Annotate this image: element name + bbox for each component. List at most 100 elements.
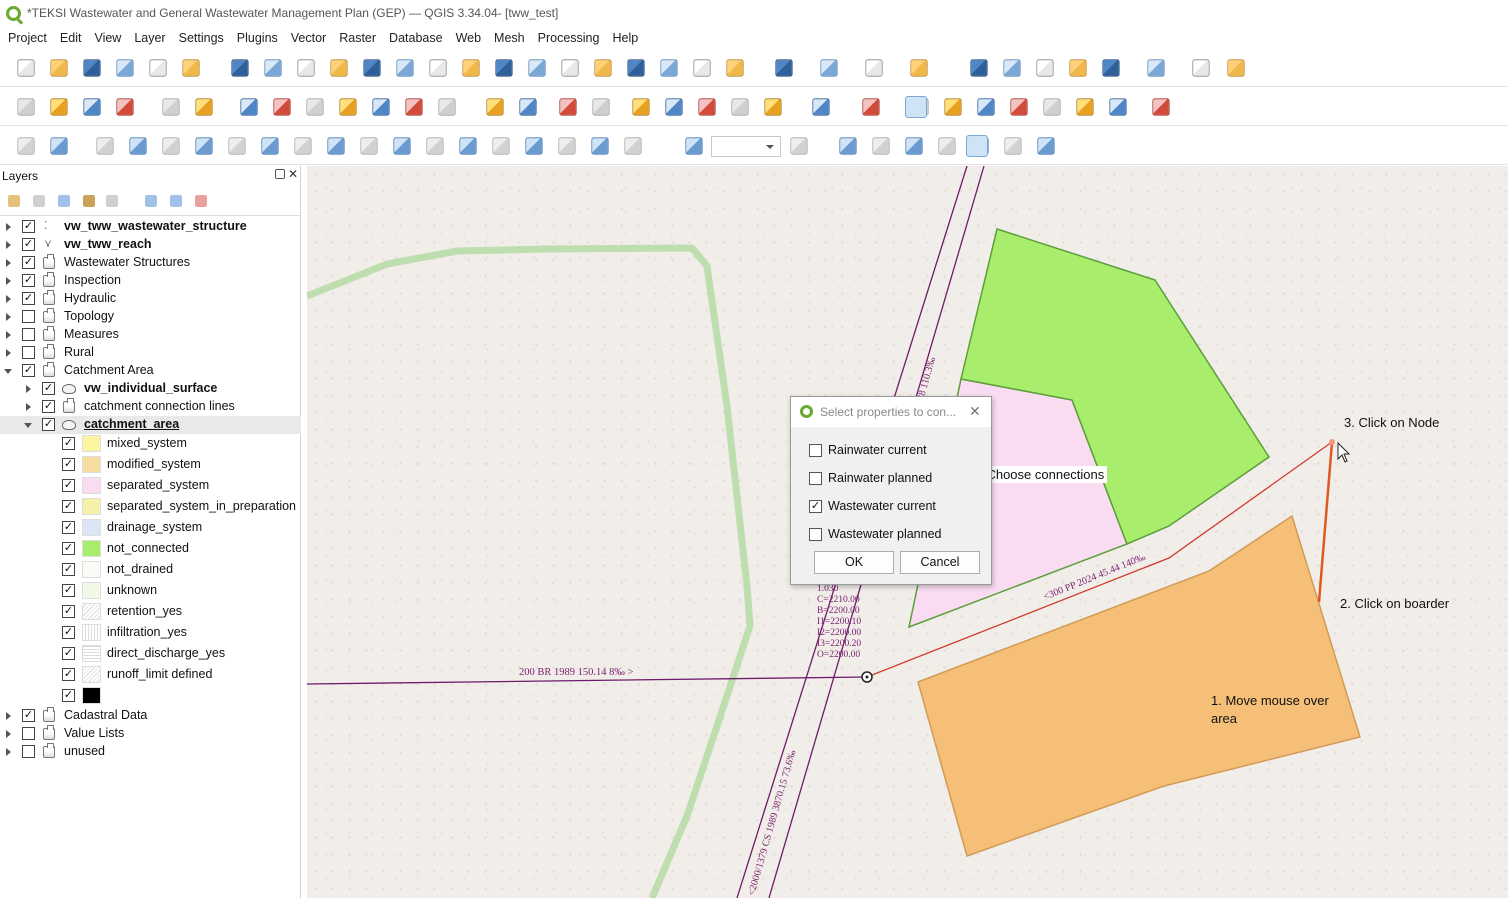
collapse-arrow-icon[interactable]	[24, 423, 32, 428]
option-wastewater-current[interactable]: ✓ Wastewater current	[809, 498, 936, 514]
tb2-tool-icon-16[interactable]	[592, 98, 610, 116]
tb3-tool-icon-18[interactable]	[624, 137, 642, 155]
option-rainwater-planned[interactable]: Rainwater planned	[809, 470, 932, 486]
expand-arrow-icon[interactable]	[26, 385, 31, 393]
tb3-tool-icon-26[interactable]	[1004, 137, 1022, 155]
panel-float-button[interactable]	[275, 169, 285, 179]
tb1-tool-icon-31[interactable]	[1147, 59, 1165, 77]
tb3-tool-icon-12[interactable]	[426, 137, 444, 155]
tb2-tool-icon-25[interactable]	[944, 98, 962, 116]
tb3-tool-icon-8[interactable]	[294, 137, 312, 155]
layer-visibility-checkbox[interactable]: ✓	[22, 292, 35, 305]
option-checkbox[interactable]	[809, 527, 822, 541]
tb3-tool-icon-13[interactable]	[459, 137, 477, 155]
expand-arrow-icon[interactable]	[6, 748, 11, 756]
tb1-tool-icon-21[interactable]	[726, 59, 744, 77]
tb2-tool-icon-20[interactable]	[731, 98, 749, 116]
tb1-tool-icon-15[interactable]	[528, 59, 546, 77]
layer-row-value-lists[interactable]: Value Lists	[0, 725, 301, 743]
layer-row-vw-tww-wastewater-structure[interactable]: ✓ ⁚ vw_tww_wastewater_structure	[0, 218, 301, 236]
layer-visibility-checkbox[interactable]: ✓	[22, 274, 35, 287]
tb1-tool-icon-25[interactable]	[910, 59, 928, 77]
tb2-tool-icon-26[interactable]	[977, 98, 995, 116]
layer-visibility-checkbox[interactable]	[22, 328, 35, 341]
tb3-tool-icon-16[interactable]	[558, 137, 576, 155]
tb3-tool-icon-24[interactable]	[938, 137, 956, 155]
layers-tool-icon-3[interactable]	[83, 195, 95, 207]
option-checkbox[interactable]	[809, 471, 822, 485]
menu-item-settings[interactable]: Settings	[179, 31, 224, 45]
expand-arrow-icon[interactable]	[6, 223, 11, 231]
tb2-tool-icon-19[interactable]	[698, 98, 716, 116]
layers-tool-icon-0[interactable]	[8, 195, 20, 207]
layer-row-unnamed[interactable]: ✓	[0, 687, 301, 705]
tb2-tool-icon-22[interactable]	[812, 98, 830, 116]
layer-row-inspection[interactable]: ✓ Inspection	[0, 272, 301, 290]
ok-button[interactable]: OK	[814, 551, 894, 574]
tb3-tool-icon-11[interactable]	[393, 137, 411, 155]
tb2-tool-icon-8[interactable]	[306, 98, 324, 116]
tb3-tool-icon-17[interactable]	[591, 137, 609, 155]
layer-visibility-checkbox[interactable]: ✓	[22, 238, 35, 251]
tb3-tool-icon-2[interactable]	[96, 137, 114, 155]
layer-row-mixed-system[interactable]: ✓ mixed_system	[0, 435, 301, 453]
tb2-tool-icon-2[interactable]	[83, 98, 101, 116]
tb3-tool-icon-10[interactable]	[360, 137, 378, 155]
tb2-tool-icon-3[interactable]	[116, 98, 134, 116]
expand-arrow-icon[interactable]	[6, 349, 11, 357]
layer-visibility-checkbox[interactable]: ✓	[62, 626, 75, 639]
tb2-tool-icon-21[interactable]	[764, 98, 782, 116]
tb3-tool-icon-0[interactable]	[17, 137, 35, 155]
tb2-tool-icon-11[interactable]	[405, 98, 423, 116]
layer-visibility-checkbox[interactable]: ✓	[62, 563, 75, 576]
layer-visibility-checkbox[interactable]: ✓	[22, 220, 35, 233]
menu-item-web[interactable]: Web	[456, 31, 481, 45]
tb1-tool-icon-17[interactable]	[594, 59, 612, 77]
tb3-tool-icon-3[interactable]	[129, 137, 147, 155]
tb1-tool-icon-0[interactable]	[17, 59, 35, 77]
tb1-tool-icon-7[interactable]	[264, 59, 282, 77]
tb1-tool-icon-33[interactable]	[1227, 59, 1245, 77]
tb1-tool-icon-2[interactable]	[83, 59, 101, 77]
tb2-tool-icon-6[interactable]	[240, 98, 258, 116]
tb1-tool-icon-20[interactable]	[693, 59, 711, 77]
snapping-toggle-active-icon[interactable]	[905, 96, 927, 118]
tb1-tool-icon-13[interactable]	[462, 59, 480, 77]
tb2-tool-icon-23[interactable]	[862, 98, 880, 116]
menu-item-processing[interactable]: Processing	[538, 31, 600, 45]
tb3-tool-icon-14[interactable]	[492, 137, 510, 155]
menu-item-mesh[interactable]: Mesh	[494, 31, 525, 45]
menu-item-help[interactable]: Help	[612, 31, 638, 45]
layer-row-cadastral-data[interactable]: ✓ Cadastral Data	[0, 707, 301, 725]
layer-row-drainage-system[interactable]: ✓ drainage_system	[0, 519, 301, 537]
tb2-tool-icon-4[interactable]	[162, 98, 180, 116]
option-wastewater-planned[interactable]: Wastewater planned	[809, 526, 942, 542]
layer-visibility-checkbox[interactable]: ✓	[22, 364, 35, 377]
expand-arrow-icon[interactable]	[6, 730, 11, 738]
cancel-button[interactable]: Cancel	[900, 551, 980, 574]
scale-combobox[interactable]	[711, 136, 781, 157]
layer-visibility-checkbox[interactable]: ✓	[42, 400, 55, 413]
panel-close-button[interactable]: ✕	[288, 167, 298, 181]
tb1-tool-icon-11[interactable]	[396, 59, 414, 77]
menu-item-layer[interactable]: Layer	[134, 31, 165, 45]
tb1-tool-icon-18[interactable]	[627, 59, 645, 77]
tb3-tool-icon-20[interactable]	[790, 137, 808, 155]
layer-row-not-connected[interactable]: ✓ not_connected	[0, 540, 301, 558]
tb2-tool-icon-30[interactable]	[1109, 98, 1127, 116]
tb1-tool-icon-22[interactable]	[775, 59, 793, 77]
tb3-tool-icon-7[interactable]	[261, 137, 279, 155]
tb2-tool-icon-27[interactable]	[1010, 98, 1028, 116]
tb1-tool-icon-4[interactable]	[149, 59, 167, 77]
layer-visibility-checkbox[interactable]: ✓	[22, 256, 35, 269]
tb1-tool-icon-19[interactable]	[660, 59, 678, 77]
layer-row-catchment-area[interactable]: ✓ catchment_area	[0, 416, 301, 434]
option-checkbox[interactable]: ✓	[809, 499, 822, 513]
layer-row-modified-system[interactable]: ✓ modified_system	[0, 456, 301, 474]
layer-visibility-checkbox[interactable]	[22, 346, 35, 359]
tb2-tool-icon-12[interactable]	[438, 98, 456, 116]
layer-row-topology[interactable]: Topology	[0, 308, 301, 326]
layer-visibility-checkbox[interactable]: ✓	[62, 458, 75, 471]
menu-item-edit[interactable]: Edit	[60, 31, 82, 45]
tb1-tool-icon-30[interactable]	[1102, 59, 1120, 77]
